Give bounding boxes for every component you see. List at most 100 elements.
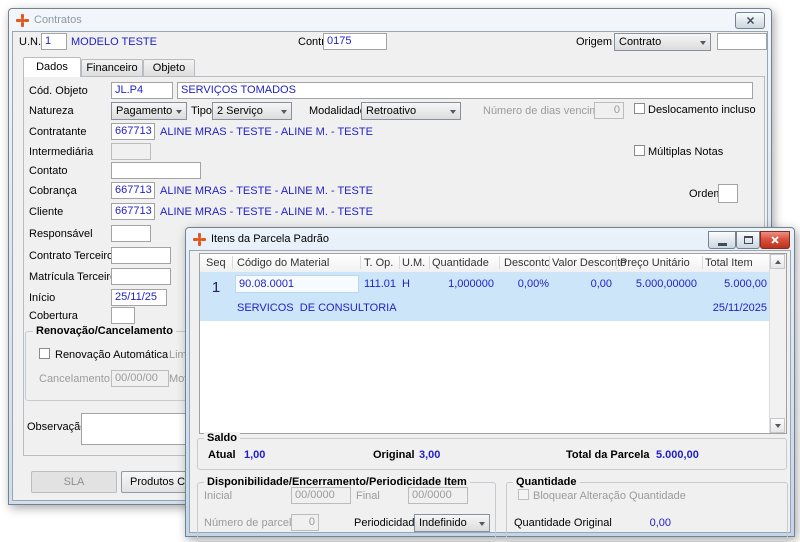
tab-dados[interactable]: Dados	[23, 57, 81, 77]
saldo-original-value: 3,00	[419, 449, 440, 461]
column-separator	[499, 256, 500, 269]
col-codigo-material[interactable]: Código do Material	[237, 257, 329, 269]
cliente-input[interactable]: 667713	[111, 203, 155, 220]
renovacao-automatica-checkbox[interactable]	[39, 348, 50, 359]
matricula-terceiro-input[interactable]	[111, 268, 171, 285]
intermediaria-label: Intermediária	[29, 146, 93, 158]
tipo-value: 2 Serviço	[217, 105, 263, 117]
col-t-op[interactable]: T. Op.	[364, 257, 393, 269]
desktop: { "colors": { "value_blue": "#1f1fc8", "…	[0, 0, 800, 526]
contrato-input[interactable]: 0175	[323, 33, 387, 50]
col-desconto[interactable]: Desconto	[504, 257, 550, 269]
cod-objeto-input[interactable]: JL.P4	[111, 82, 173, 99]
minimize-button[interactable]	[708, 231, 736, 249]
chevron-down-icon	[281, 110, 287, 114]
col-u-m[interactable]: U.M.	[402, 257, 425, 269]
contratos-titlebar[interactable]: Contratos	[12, 9, 768, 31]
cobranca-input[interactable]: 667713	[111, 182, 155, 199]
dias-vencimento-input: 0	[594, 102, 624, 119]
contato-label: Contato	[29, 165, 68, 177]
multiplas-notas-label: Múltiplas Notas	[648, 146, 723, 158]
renovacao-group-title: Renovação/Cancelamento	[33, 325, 176, 337]
inicial-input: 00/0000	[291, 487, 351, 504]
row-preco-unitario: 5.000,00000	[620, 278, 697, 290]
cliente-name-text: ALINE MRAS - TESTE - ALINE M. - TESTE	[160, 206, 373, 218]
itens-titlebar[interactable]: Itens da Parcela Padrão	[189, 228, 791, 250]
numero-parcelas-label: Número de parcelas	[204, 517, 303, 529]
total-parcela-value: 5.000,00	[656, 449, 699, 461]
numero-parcelas-input: 0	[291, 514, 319, 531]
maximize-button[interactable]	[736, 231, 760, 249]
inicio-input[interactable]: 25/11/25	[111, 289, 167, 306]
deslocamento-checkbox[interactable]	[634, 103, 645, 114]
col-total-item[interactable]: Total Item	[705, 257, 753, 269]
responsavel-input[interactable]	[111, 225, 151, 242]
table-row[interactable]: 1 90.08.0001 111.01 H 1,000000 0,00% 0,0…	[200, 272, 770, 321]
chevron-down-icon	[176, 110, 182, 114]
origem-value: Contrato	[619, 36, 661, 48]
saldo-original-label: Original	[373, 449, 415, 461]
saldo-group-title: Saldo	[204, 432, 240, 444]
periodicidade-dropdown[interactable]: Indefinido	[414, 514, 490, 532]
row-codigo-cell[interactable]: 90.08.0001	[235, 275, 359, 293]
row-seq: 1	[200, 279, 232, 296]
natureza-value: Pagamento	[116, 105, 172, 117]
col-quantidade[interactable]: Quantidade	[432, 257, 489, 269]
cancelamento-input: 00/00/00	[111, 370, 169, 387]
origem-extra-input[interactable]	[717, 33, 767, 50]
cod-objeto-desc-input[interactable]: SERVIÇOS TOMADOS	[177, 82, 753, 99]
app-icon	[193, 233, 206, 246]
tipo-dropdown[interactable]: 2 Serviço	[212, 102, 292, 120]
scroll-up-button[interactable]	[770, 254, 785, 269]
sla-button[interactable]: SLA	[31, 471, 117, 493]
saldo-atual-value: 1,00	[244, 449, 265, 461]
quantidade-original-label: Quantidade Original	[514, 517, 612, 529]
multiplas-notas-checkbox[interactable]	[634, 145, 645, 156]
scroll-down-button[interactable]	[770, 418, 785, 433]
natureza-dropdown[interactable]: Pagamento	[111, 102, 187, 120]
column-separator	[429, 256, 430, 269]
cancelamento-label: Cancelamento	[39, 373, 110, 385]
column-separator	[399, 256, 400, 269]
final-label: Final	[356, 490, 380, 502]
modalidade-value: Retroativo	[366, 105, 416, 117]
column-separator	[549, 256, 550, 269]
origem-label: Origem	[576, 36, 612, 48]
col-preco-unitario[interactable]: Preço Unitário	[620, 257, 690, 269]
contratos-window-title: Contratos	[34, 14, 82, 26]
chevron-down-icon	[700, 41, 706, 45]
col-seq[interactable]: Seq	[206, 257, 226, 269]
periodicidade-value: Indefinido	[419, 517, 467, 529]
periodicidade-label: Periodicidade	[354, 517, 421, 529]
tab-financeiro[interactable]: Financeiro	[81, 59, 143, 77]
origem-dropdown[interactable]: Contrato	[614, 33, 711, 51]
minimize-icon	[718, 243, 727, 246]
close-icon	[746, 16, 755, 25]
app-icon	[16, 14, 29, 27]
un-label: U.N.	[19, 36, 41, 48]
vertical-scrollbar[interactable]	[769, 254, 786, 433]
contato-input[interactable]	[111, 162, 201, 179]
total-parcela-label: Total da Parcela	[566, 449, 650, 461]
close-button[interactable]	[760, 231, 790, 249]
contratante-input[interactable]: 667713	[111, 123, 155, 140]
chevron-down-icon	[450, 110, 456, 114]
inicio-label: Início	[29, 292, 55, 304]
tipo-label: Tipo	[191, 105, 212, 117]
saldo-atual-label: Atual	[208, 449, 236, 461]
modalidade-dropdown[interactable]: Retroativo	[361, 102, 461, 120]
quantidade-original-value: 0,00	[616, 517, 671, 529]
row-data: 25/11/2025	[680, 302, 767, 314]
cobranca-label: Cobrança	[29, 185, 77, 197]
column-separator	[616, 256, 617, 269]
contrato-terceiro-input[interactable]	[111, 247, 171, 264]
ordem-input[interactable]	[718, 184, 738, 203]
matricula-terceiro-label: Matrícula Terceiro	[29, 271, 116, 283]
un-input[interactable]: 1	[41, 33, 67, 50]
tab-objeto[interactable]: Objeto	[143, 59, 195, 77]
row-u-m: H	[402, 278, 410, 290]
intermediaria-input	[111, 143, 151, 160]
final-input: 00/0000	[408, 487, 468, 504]
cobertura-input[interactable]	[111, 307, 135, 324]
contratos-close-button[interactable]	[735, 12, 765, 29]
